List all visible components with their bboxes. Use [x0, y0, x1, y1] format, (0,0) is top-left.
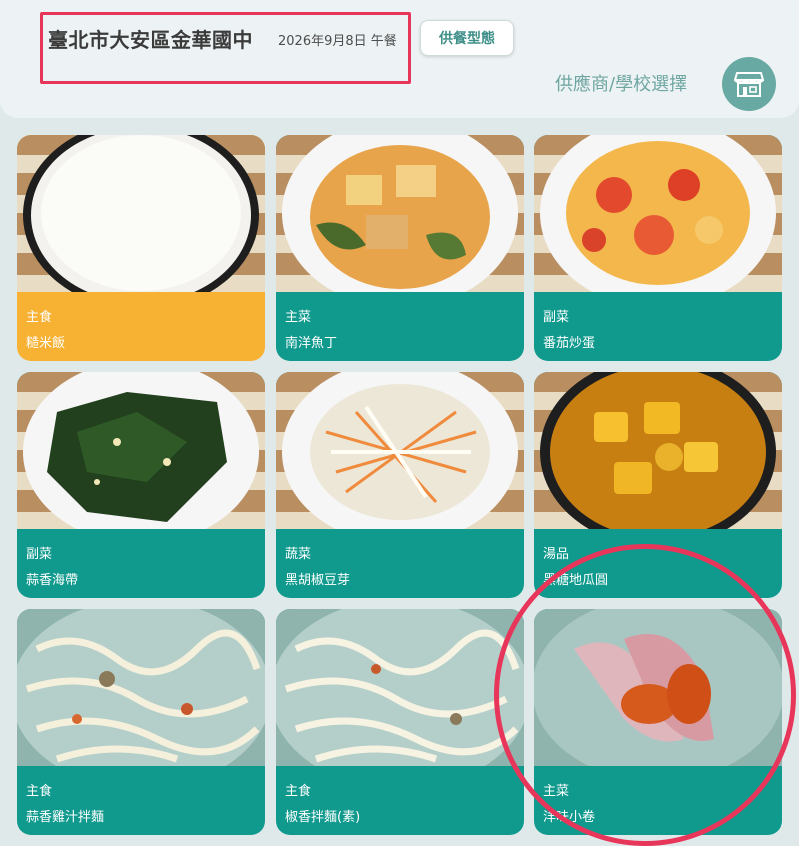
menu-card[interactable]: 主食 椒香拌麵(素) [276, 609, 524, 835]
menu-card[interactable]: 副菜 蒜香海帶 [17, 372, 265, 598]
card-dish-name: 蒜香雞汁拌麵 [26, 810, 105, 825]
supplier-school-select[interactable]: 供應商/學校選擇 [555, 70, 687, 96]
card-category: 主食 [26, 310, 53, 325]
menu-card[interactable]: 主菜 洋味小卷 [534, 609, 782, 835]
card-dish-name: 蒜香海帶 [26, 573, 79, 588]
card-category: 主菜 [285, 310, 312, 325]
seaweed-photo [17, 372, 265, 529]
card-dish-name: 黑胡椒豆芽 [285, 573, 351, 588]
card-dish-name: 椒香拌麵(素) [285, 810, 361, 825]
menu-card[interactable]: 副菜 番茄炒蛋 [534, 135, 782, 361]
card-category: 副菜 [543, 310, 570, 325]
fish-curry-photo [276, 135, 524, 292]
tomato-egg-photo [534, 135, 782, 292]
menu-card[interactable]: 主食 糙米飯 [17, 135, 265, 361]
meal-type-button[interactable]: 供餐型態 [420, 20, 514, 56]
card-dish-name: 番茄炒蛋 [543, 336, 596, 351]
header-bar: 臺北市大安區金華國中 2026年9月8日 午餐 供餐型態 供應商/學校選擇 [0, 0, 799, 118]
annotation-box [40, 12, 411, 84]
card-category: 副菜 [26, 547, 53, 562]
menu-card[interactable]: 湯品 黑糖地瓜圓 [534, 372, 782, 598]
card-category: 主菜 [543, 784, 570, 799]
bean-sprout-photo [276, 372, 524, 529]
store-button[interactable] [722, 57, 776, 111]
card-dish-name: 洋味小卷 [543, 810, 596, 825]
noodle-photo [17, 609, 265, 766]
card-dish-name: 黑糖地瓜圓 [543, 573, 609, 588]
menu-card[interactable]: 主菜 南洋魚丁 [276, 135, 524, 361]
rice-photo [17, 135, 265, 292]
card-dish-name: 糙米飯 [26, 336, 66, 351]
card-category: 蔬菜 [285, 547, 312, 562]
veg-noodle-photo [276, 609, 524, 766]
menu-card[interactable]: 主食 蒜香雞汁拌麵 [17, 609, 265, 835]
menu-card[interactable]: 蔬菜 黑胡椒豆芽 [276, 372, 524, 598]
store-icon [734, 72, 764, 97]
card-category: 主食 [26, 784, 53, 799]
squid-photo [534, 609, 782, 766]
card-category: 湯品 [543, 547, 570, 562]
card-category: 主食 [285, 784, 312, 799]
card-dish-name: 南洋魚丁 [285, 336, 338, 351]
sweet-potato-soup-photo [534, 372, 782, 529]
